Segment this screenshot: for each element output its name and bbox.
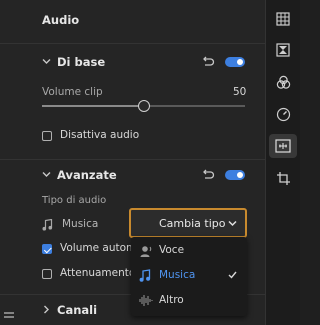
mute-label: Disattiva audio <box>60 129 140 141</box>
menu-icon[interactable] <box>4 312 14 320</box>
color-circles-icon[interactable] <box>275 74 291 90</box>
mute-checkbox[interactable] <box>42 131 52 141</box>
audio-type-menu: Voce Musica Altro <box>131 237 247 316</box>
chevron-down-icon[interactable] <box>42 170 51 179</box>
volume-label: Volume clip <box>42 86 103 98</box>
section-basic-title: Di base <box>57 55 106 69</box>
section-basic-header[interactable]: Di base <box>0 50 265 74</box>
waveform-icon <box>139 295 153 306</box>
checkmark-icon <box>228 271 237 279</box>
audio-type-label: Tipo di audio <box>42 195 107 206</box>
reset-icon[interactable] <box>201 169 215 180</box>
divider <box>0 43 265 44</box>
music-note-icon <box>139 269 151 282</box>
divider <box>0 159 265 160</box>
audio-icon[interactable] <box>269 134 297 158</box>
hourglass-icon[interactable] <box>275 42 291 58</box>
section-channels-title: Canali <box>57 303 98 317</box>
audio-type-value: Musica <box>62 218 99 230</box>
section-advanced-title: Avanzate <box>57 168 117 182</box>
menu-item-altro[interactable]: Altro <box>131 289 247 313</box>
chevron-down-icon <box>228 220 237 227</box>
speedometer-icon[interactable] <box>275 106 291 122</box>
menu-item-label: Altro <box>159 294 184 306</box>
advanced-enable-toggle[interactable] <box>225 170 245 180</box>
menu-item-label: Voce <box>159 244 185 256</box>
basic-enable-toggle[interactable] <box>225 57 245 67</box>
audio-panel: Audio Di base Volume clip 50 Disattiva a… <box>0 0 265 325</box>
voice-icon <box>140 246 152 257</box>
change-type-button[interactable]: Cambia tipo <box>129 208 247 238</box>
section-advanced-header[interactable]: Avanzate <box>0 163 265 187</box>
crop-icon[interactable] <box>275 170 291 186</box>
volume-slider-thumb[interactable] <box>137 100 150 112</box>
panel-title: Audio <box>42 13 80 27</box>
volume-slider[interactable] <box>42 100 245 112</box>
chevron-down-icon[interactable] <box>42 57 51 66</box>
menu-item-voce[interactable]: Voce <box>131 239 247 263</box>
grid-icon[interactable] <box>275 11 291 27</box>
volume-value: 50 <box>233 86 247 98</box>
menu-item-label: Musica <box>159 269 196 281</box>
ducking-checkbox[interactable] <box>42 269 52 279</box>
chevron-right-icon[interactable] <box>42 305 51 314</box>
menu-item-musica[interactable]: Musica <box>131 264 247 288</box>
change-type-label: Cambia tipo <box>159 217 226 230</box>
volume-slider-fill <box>42 105 144 107</box>
reset-icon[interactable] <box>201 56 215 67</box>
auto-volume-checkbox[interactable] <box>42 244 52 254</box>
music-note-icon <box>42 219 53 231</box>
right-toolbar <box>265 0 300 325</box>
